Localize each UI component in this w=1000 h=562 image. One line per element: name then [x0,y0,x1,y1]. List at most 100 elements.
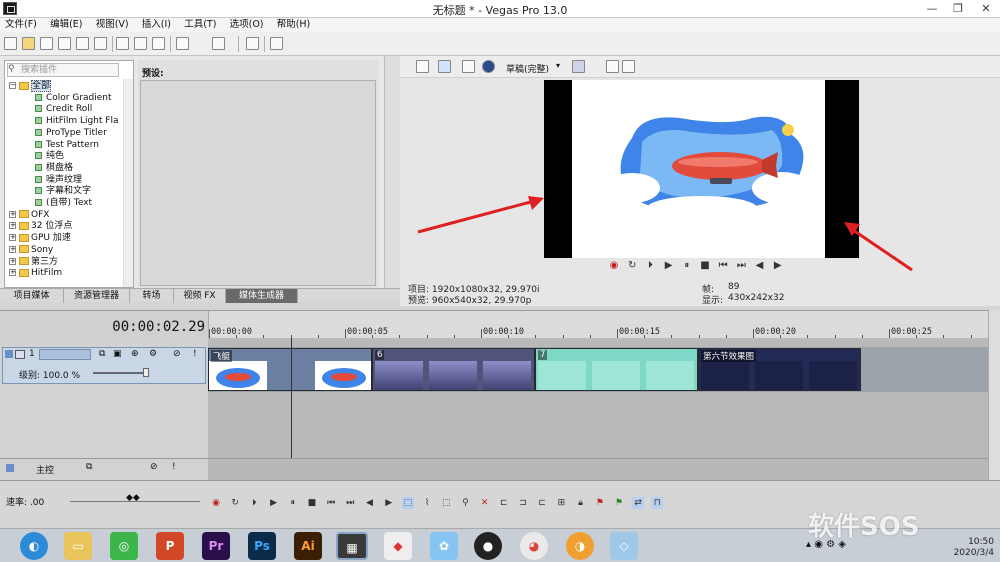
master-mute-icon[interactable]: ⊘ [150,462,158,472]
tree-folder[interactable]: + Sony [9,245,53,256]
track-motion-icon[interactable]: ⧉ [99,349,105,359]
properties-icon[interactable] [94,37,107,50]
tree-plugin-item[interactable]: Color Gradient [35,93,112,104]
minimize-button[interactable]: — [918,0,946,18]
app2-taskbar-icon[interactable]: ◇ [610,532,638,560]
app-taskbar-icon[interactable]: ◆ [384,532,412,560]
paste-icon[interactable] [152,37,165,50]
menu-tools[interactable]: 工具(T) [179,18,221,32]
auto-ripple-icon[interactable]: ⇄ [632,497,645,509]
clip-section-six[interactable]: 第六节效果图 [698,348,861,391]
prev-frame-icon[interactable]: ◀ [364,497,376,509]
tree-folder[interactable]: + OFX [9,210,49,221]
clip-airship[interactable]: 飞艇 [208,348,372,391]
next-frame-icon[interactable]: ▶ [383,497,395,509]
preview-quality-select[interactable]: 草稿(完整) [506,62,549,75]
pause-icon[interactable]: ⏸ [287,497,299,509]
record-icon[interactable]: ◉ [608,260,620,272]
menu-file[interactable]: 文件(F) [0,18,42,32]
tab-video-fx[interactable]: 视频 FX [174,289,226,303]
expand-icon[interactable]: + [9,245,16,253]
menu-options[interactable]: 选项(O) [225,18,269,32]
master-solo-icon[interactable]: ! [172,462,176,472]
level-slider[interactable] [93,372,149,374]
go-to-start-icon[interactable]: ⏮ [717,260,729,272]
rate-slider-handle[interactable]: ◆◆ [126,493,140,503]
tree-folder[interactable]: + HitFilm [9,268,62,279]
clip-7[interactable]: 7 [535,348,698,391]
tree-folder[interactable]: + GPU 加速 [9,233,71,244]
overlays-icon[interactable] [572,60,585,73]
redo-icon[interactable] [212,37,225,50]
chrome-taskbar-icon[interactable]: ◕ [520,532,548,560]
trim-icon[interactable]: ⊏ [498,497,510,509]
tab-explorer[interactable]: 资源管理器 [64,289,130,303]
save-icon[interactable] [40,37,53,50]
normal-edit-tool-icon[interactable]: ⬚ [401,497,414,509]
enable-snapping-icon[interactable] [246,37,259,50]
split-icon[interactable]: ⊞ [555,497,567,509]
stop-icon[interactable]: ■ [306,497,318,509]
level-slider-handle[interactable] [143,368,149,377]
panel-divider[interactable] [384,56,400,302]
tree-plugin-item[interactable]: ProType Titler [35,128,107,139]
loop-icon[interactable]: ↻ [626,260,638,272]
mute-icon[interactable]: ⊘ [173,349,181,359]
delete-icon[interactable]: ✕ [479,497,491,509]
file-explorer-taskbar-icon[interactable]: ▭ [64,532,92,560]
tree-plugin-item[interactable]: 字幕和文字 [35,186,91,197]
lock-icon[interactable]: 🔒︎ [575,497,587,509]
expand-icon[interactable]: + [9,222,16,230]
tree-plugin-item[interactable]: Test Pattern [35,140,99,151]
prev-frame-icon[interactable]: ◀ [754,260,766,272]
pause-icon[interactable]: ⏸ [681,260,693,272]
go-to-start-icon[interactable]: ⏮ [325,497,337,509]
undo-icon[interactable] [176,37,189,50]
cut-icon[interactable] [116,37,129,50]
copy-snapshot-icon[interactable] [606,60,619,73]
tree-plugin-item[interactable]: 噪声纹理 [35,175,82,186]
open-folder-icon[interactable] [22,37,35,50]
play-from-start-icon[interactable]: ⏵ [248,497,260,509]
timeline-vertical-scrollbar[interactable] [988,310,1000,480]
menu-help[interactable]: 帮助(H) [272,18,316,32]
new-file-icon[interactable] [4,37,17,50]
tab-transitions[interactable]: 转场 [130,289,174,303]
tree-scrollbar[interactable] [123,79,133,287]
expand-icon[interactable]: + [9,210,16,218]
trim-start-icon[interactable]: ⊐ [517,497,529,509]
snapping-icon[interactable]: ⊓ [651,497,664,509]
copy-icon[interactable] [134,37,147,50]
vegas-taskbar-icon[interactable]: ▦ [336,532,368,560]
illustrator-taskbar-icon[interactable]: Ai [294,532,322,560]
playhead-cursor[interactable] [291,338,292,478]
menu-view[interactable]: 视图(V) [91,18,134,32]
wechat-taskbar-icon[interactable]: ◎ [110,532,138,560]
preset-list[interactable] [140,80,376,286]
gear-icon[interactable]: ⚙ [149,349,157,359]
chat-taskbar-icon[interactable]: ✿ [430,532,458,560]
menu-insert[interactable]: 插入(I) [137,18,176,32]
trim-end-icon[interactable]: ⊏ [536,497,548,509]
tab-media-generators[interactable]: 媒体生成器 [226,289,298,303]
loop-icon[interactable]: ↻ [229,497,241,509]
external-monitor-icon[interactable] [438,60,451,73]
video-track-header[interactable]: 1 ⧉ ▣ ⊕ ⚙ ⊘ ! 级别: 100.0 % [2,347,206,384]
powerpoint-taskbar-icon[interactable]: P [156,532,184,560]
render-icon[interactable] [76,37,89,50]
track-name-field[interactable] [39,349,91,360]
plugin-search-input[interactable]: 搜索插件 [7,63,119,77]
menu-edit[interactable]: 编辑(E) [45,18,87,32]
tree-folder[interactable]: + 第三方 [9,257,58,268]
tree-plugin-item[interactable]: Credit Roll [35,104,92,115]
fx-icon[interactable] [462,60,475,73]
envelope-tool-icon[interactable]: ⌇ [421,497,433,509]
master-fx-icon[interactable]: ⧉ [86,462,92,472]
project-properties-icon[interactable] [416,60,429,73]
taskbar-clock[interactable]: 10:50 2020/3/4 [954,537,994,559]
premiere-taskbar-icon[interactable]: Pr [202,532,230,560]
record-icon[interactable]: ◉ [210,497,222,509]
close-button[interactable]: ✕ [972,0,1000,18]
qq-taskbar-icon[interactable]: ● [474,532,502,560]
browser-taskbar-icon[interactable]: ◐ [20,532,48,560]
